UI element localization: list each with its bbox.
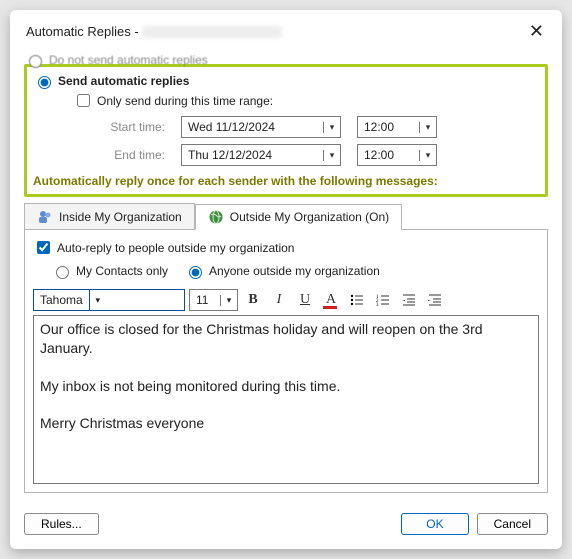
outside-panel: Auto-reply to people outside my organiza… — [24, 229, 548, 493]
chevron-down-icon[interactable]: ▾ — [419, 122, 436, 133]
info-line: Automatically reply once for each sender… — [33, 174, 539, 188]
tab-inside-label: Inside My Organization — [59, 210, 182, 224]
start-date-value: Wed 11/12/2024 — [182, 120, 323, 134]
checkbox-auto-outside[interactable]: Auto-reply to people outside my organiza… — [33, 238, 539, 257]
label-start-time: Start time: — [85, 120, 165, 134]
option-anyone-label: Anyone outside my organization — [209, 264, 380, 278]
underline-button[interactable]: U — [294, 290, 316, 310]
tab-outside-label: Outside My Organization (On) — [230, 210, 389, 224]
chevron-down-icon[interactable]: ▾ — [419, 150, 436, 161]
font-size-value: 11 — [190, 293, 220, 307]
message-editor[interactable]: Our office is closed for the Christmas h… — [33, 315, 539, 484]
checkbox-time-range-label: Only send during this time range: — [97, 94, 273, 108]
italic-button[interactable]: I — [268, 290, 290, 310]
option-contacts-only[interactable]: My Contacts only — [51, 263, 168, 279]
indent-icon[interactable] — [424, 290, 446, 310]
globe-icon — [208, 209, 224, 225]
font-name-value: Tahoma — [34, 293, 89, 307]
svg-text:3: 3 — [376, 303, 379, 308]
tab-outside-org[interactable]: Outside My Organization (On) — [195, 204, 402, 230]
end-time-combo[interactable]: 12:00 ▾ — [357, 144, 437, 166]
start-date-combo[interactable]: Wed 11/12/2024 ▾ — [181, 116, 341, 138]
format-toolbar: Tahoma ▾ 11 ▾ B I U A 123 — [33, 289, 539, 311]
chevron-down-icon[interactable]: ▾ — [89, 290, 106, 310]
bold-button[interactable]: B — [242, 290, 264, 310]
start-time-value: 12:00 — [358, 120, 419, 134]
outdent-icon[interactable] — [398, 290, 420, 310]
people-icon — [37, 209, 53, 225]
option-anyone[interactable]: Anyone outside my organization — [184, 263, 380, 279]
font-color-button[interactable]: A — [320, 290, 342, 310]
dialog-title: Automatic Replies - — [26, 24, 282, 39]
end-time-value: 12:00 — [358, 148, 419, 162]
start-time-combo[interactable]: 12:00 ▾ — [357, 116, 437, 138]
rules-button[interactable]: Rules... — [24, 513, 99, 535]
chevron-down-icon[interactable]: ▾ — [323, 150, 340, 161]
end-date-value: Thu 12/12/2024 — [182, 148, 323, 162]
option-send[interactable]: Send automatic replies — [33, 73, 539, 89]
option-send-label: Send automatic replies — [58, 74, 189, 88]
checkbox-auto-outside-label: Auto-reply to people outside my organiza… — [57, 241, 294, 255]
option-do-not-send-label: Do not send automatic replies — [49, 53, 208, 67]
cancel-button[interactable]: Cancel — [477, 513, 548, 535]
tabs: Inside My Organization Outside My Organi… — [24, 203, 548, 229]
automatic-replies-dialog: Automatic Replies - ✕ Do not send automa… — [10, 10, 562, 549]
numbered-list-icon[interactable]: 123 — [372, 290, 394, 310]
font-name-combo[interactable]: Tahoma ▾ — [33, 289, 185, 311]
highlighted-send-section: Send automatic replies Only send during … — [24, 64, 548, 197]
option-do-not-send[interactable]: Do not send automatic replies — [24, 52, 548, 68]
titlebar: Automatic Replies - ✕ — [10, 10, 562, 46]
checkbox-time-range[interactable]: Only send during this time range: — [73, 91, 539, 110]
option-contacts-only-label: My Contacts only — [76, 264, 168, 278]
end-date-combo[interactable]: Thu 12/12/2024 ▾ — [181, 144, 341, 166]
font-size-combo[interactable]: 11 ▾ — [189, 289, 238, 311]
chevron-down-icon[interactable]: ▾ — [220, 295, 237, 306]
label-end-time: End time: — [85, 148, 165, 162]
bullet-list-icon[interactable] — [346, 290, 368, 310]
tab-inside-org[interactable]: Inside My Organization — [24, 203, 195, 229]
close-icon[interactable]: ✕ — [523, 20, 550, 42]
ok-button[interactable]: OK — [401, 513, 468, 535]
dialog-footer: Rules... OK Cancel — [10, 503, 562, 549]
scope-row: My Contacts only Anyone outside my organ… — [51, 261, 539, 281]
chevron-down-icon[interactable]: ▾ — [323, 122, 340, 133]
